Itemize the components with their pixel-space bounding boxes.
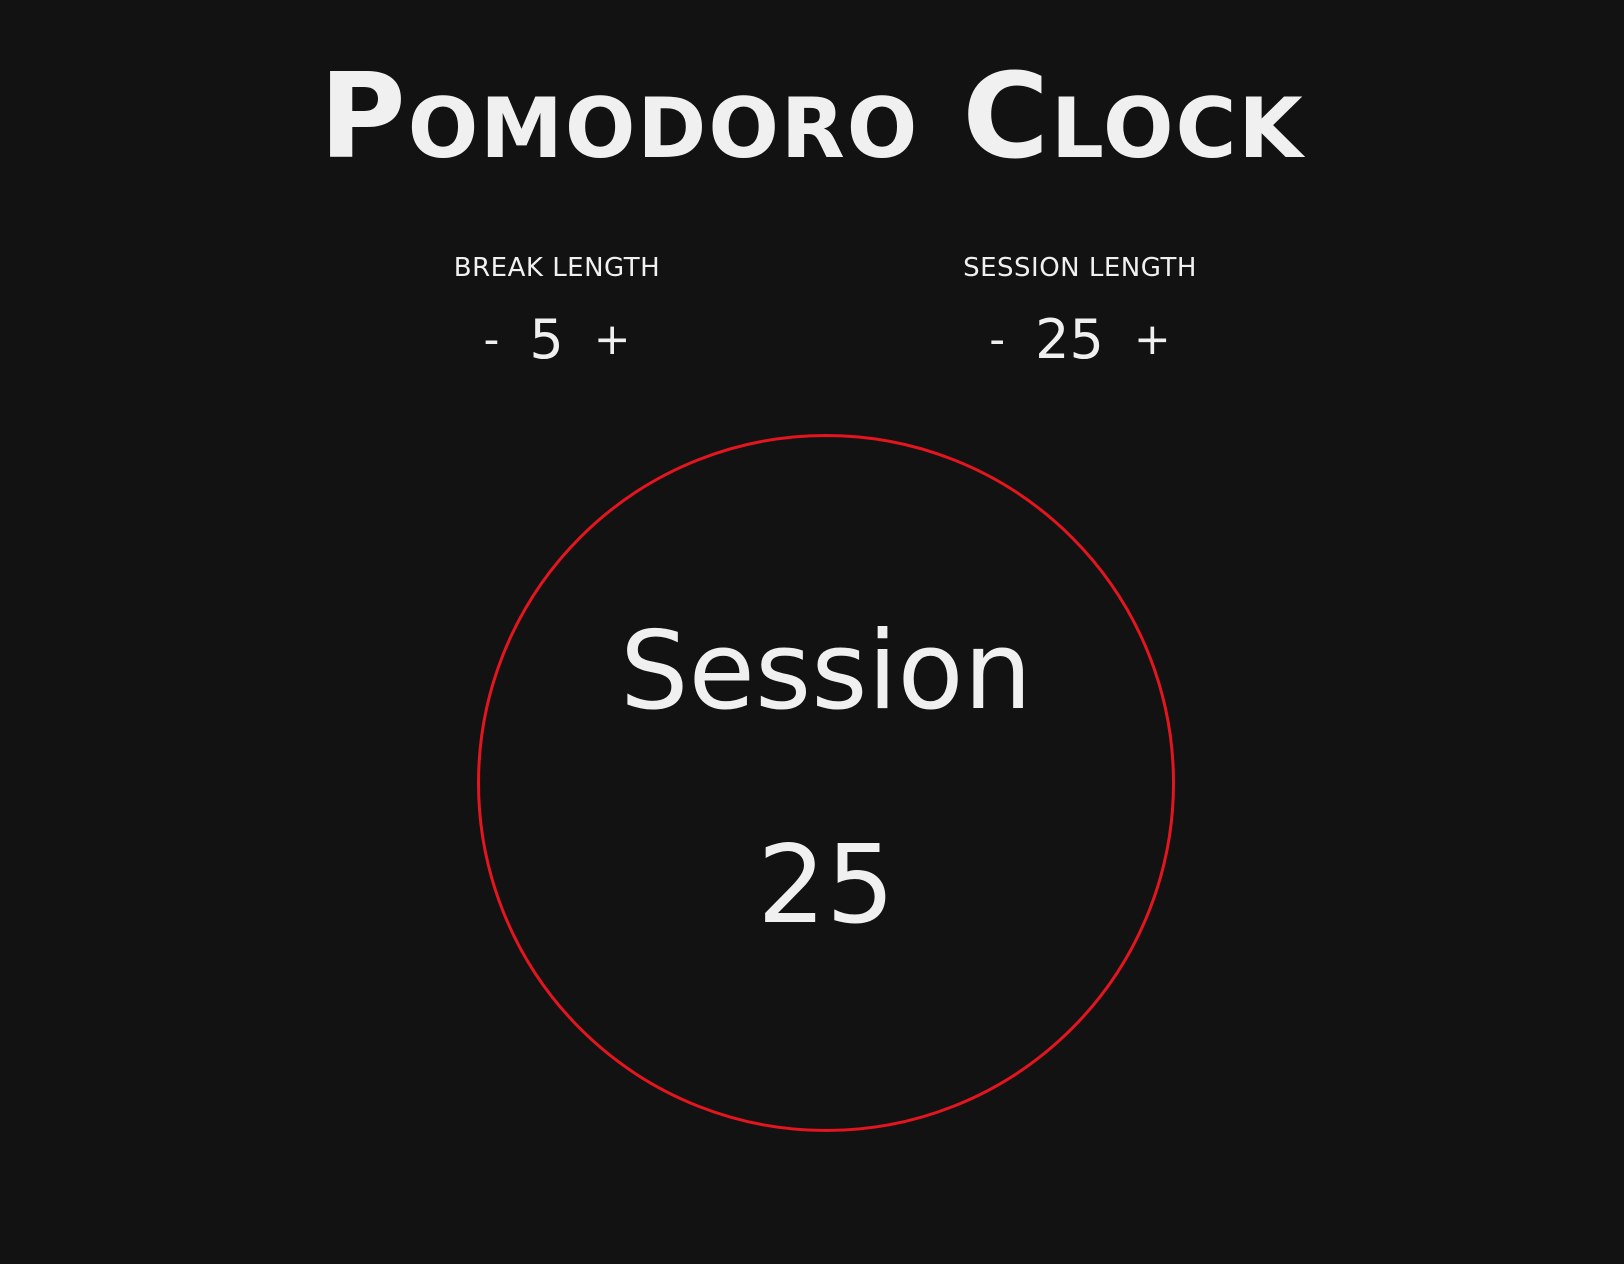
app-frame: Pomodoro Clock BREAK LENGTH - 5 + SESSIO…	[0, 0, 1624, 1264]
timer-mode-label: Session	[619, 609, 1033, 734]
break-length-label: BREAK LENGTH	[453, 253, 661, 283]
break-length-row: - 5 +	[397, 308, 717, 372]
break-increment-button[interactable]: +	[590, 308, 635, 372]
session-length-value: 25	[1035, 308, 1104, 371]
timer-clock-button[interactable]: Session 25	[477, 434, 1175, 1132]
break-decrement-button[interactable]: -	[479, 308, 503, 372]
session-length-row: - 25 +	[920, 308, 1240, 372]
break-length-value: 5	[529, 308, 564, 371]
break-length-control: BREAK LENGTH - 5 +	[397, 248, 717, 372]
session-length-control: SESSION LENGTH - 25 +	[920, 248, 1240, 372]
session-length-label: SESSION LENGTH	[963, 253, 1197, 283]
session-decrement-button[interactable]: -	[985, 308, 1009, 372]
session-increment-button[interactable]: +	[1130, 308, 1175, 372]
page-title: Pomodoro Clock	[319, 47, 1305, 185]
timer-time-display: 25	[757, 823, 895, 948]
